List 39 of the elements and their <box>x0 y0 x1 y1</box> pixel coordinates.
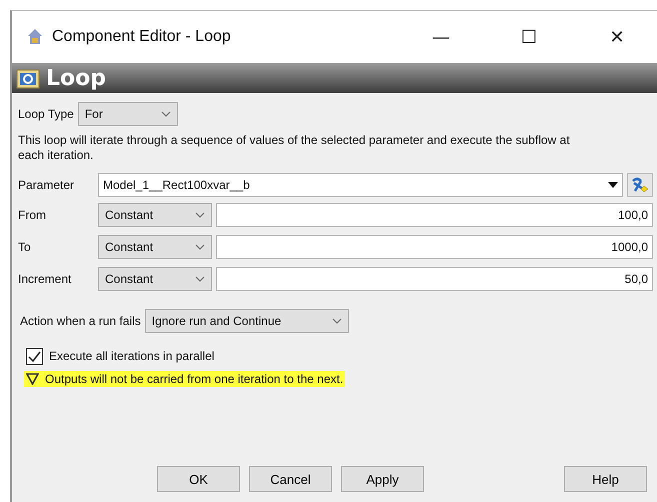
action-dropdown[interactable]: Ignore run and Continue <box>144 309 349 333</box>
field-label: From <box>18 208 47 222</box>
warning-text: Outputs will not be carried from one iteration to the next. <box>45 372 344 386</box>
chevron-icon <box>195 244 205 250</box>
window-control[interactable]: ✕ <box>577 11 657 63</box>
header-title: Loop <box>46 66 106 90</box>
mode-dropdown[interactable]: Constant <box>98 203 212 227</box>
mode-dropdown[interactable]: Constant <box>98 235 212 259</box>
description-text: This loop will iterate through a sequence of values of the selected parameter and execute the subflow at each iteration. <box>18 133 571 163</box>
dialog-button[interactable]: Cancel <box>249 466 332 492</box>
chevron-icon <box>195 276 205 282</box>
field-label: Increment <box>18 272 72 286</box>
warning-icon <box>26 373 39 385</box>
app-icon <box>26 28 44 46</box>
chevron-icon <box>195 212 205 218</box>
field-label: Loop Type <box>18 107 74 121</box>
dialog-button[interactable]: Apply <box>341 466 424 492</box>
field-label: Action when a run fails <box>20 314 141 328</box>
parameter-dropdown[interactable]: Model_1__Rect100xvar__b <box>98 173 623 197</box>
parallel-checkbox[interactable] <box>26 348 43 364</box>
value-field[interactable]: 1000,0 <box>216 235 653 259</box>
field-label: Parameter <box>18 178 76 192</box>
loop-icon <box>16 67 40 89</box>
field-label: To <box>18 240 32 254</box>
window-control[interactable]: — <box>401 11 481 63</box>
window-title: Component Editor - Loop <box>52 28 232 46</box>
chevron-icon <box>332 318 342 324</box>
checkbox-label: Execute all iterations in parallel <box>49 349 214 363</box>
dialog-button[interactable]: OK <box>157 466 240 492</box>
help-button[interactable]: Help <box>564 466 647 492</box>
value-field[interactable]: 100,0 <box>216 203 653 227</box>
caret-icon <box>608 182 618 188</box>
variable-icon <box>631 177 649 193</box>
mode-dropdown[interactable]: Constant <box>98 267 212 291</box>
window-control[interactable]: ☐ <box>489 11 569 63</box>
loop-type-dropdown[interactable]: For <box>78 102 178 126</box>
variable-button[interactable] <box>627 173 653 197</box>
chevron-icon <box>160 111 171 117</box>
value-field[interactable]: 50,0 <box>216 267 653 291</box>
